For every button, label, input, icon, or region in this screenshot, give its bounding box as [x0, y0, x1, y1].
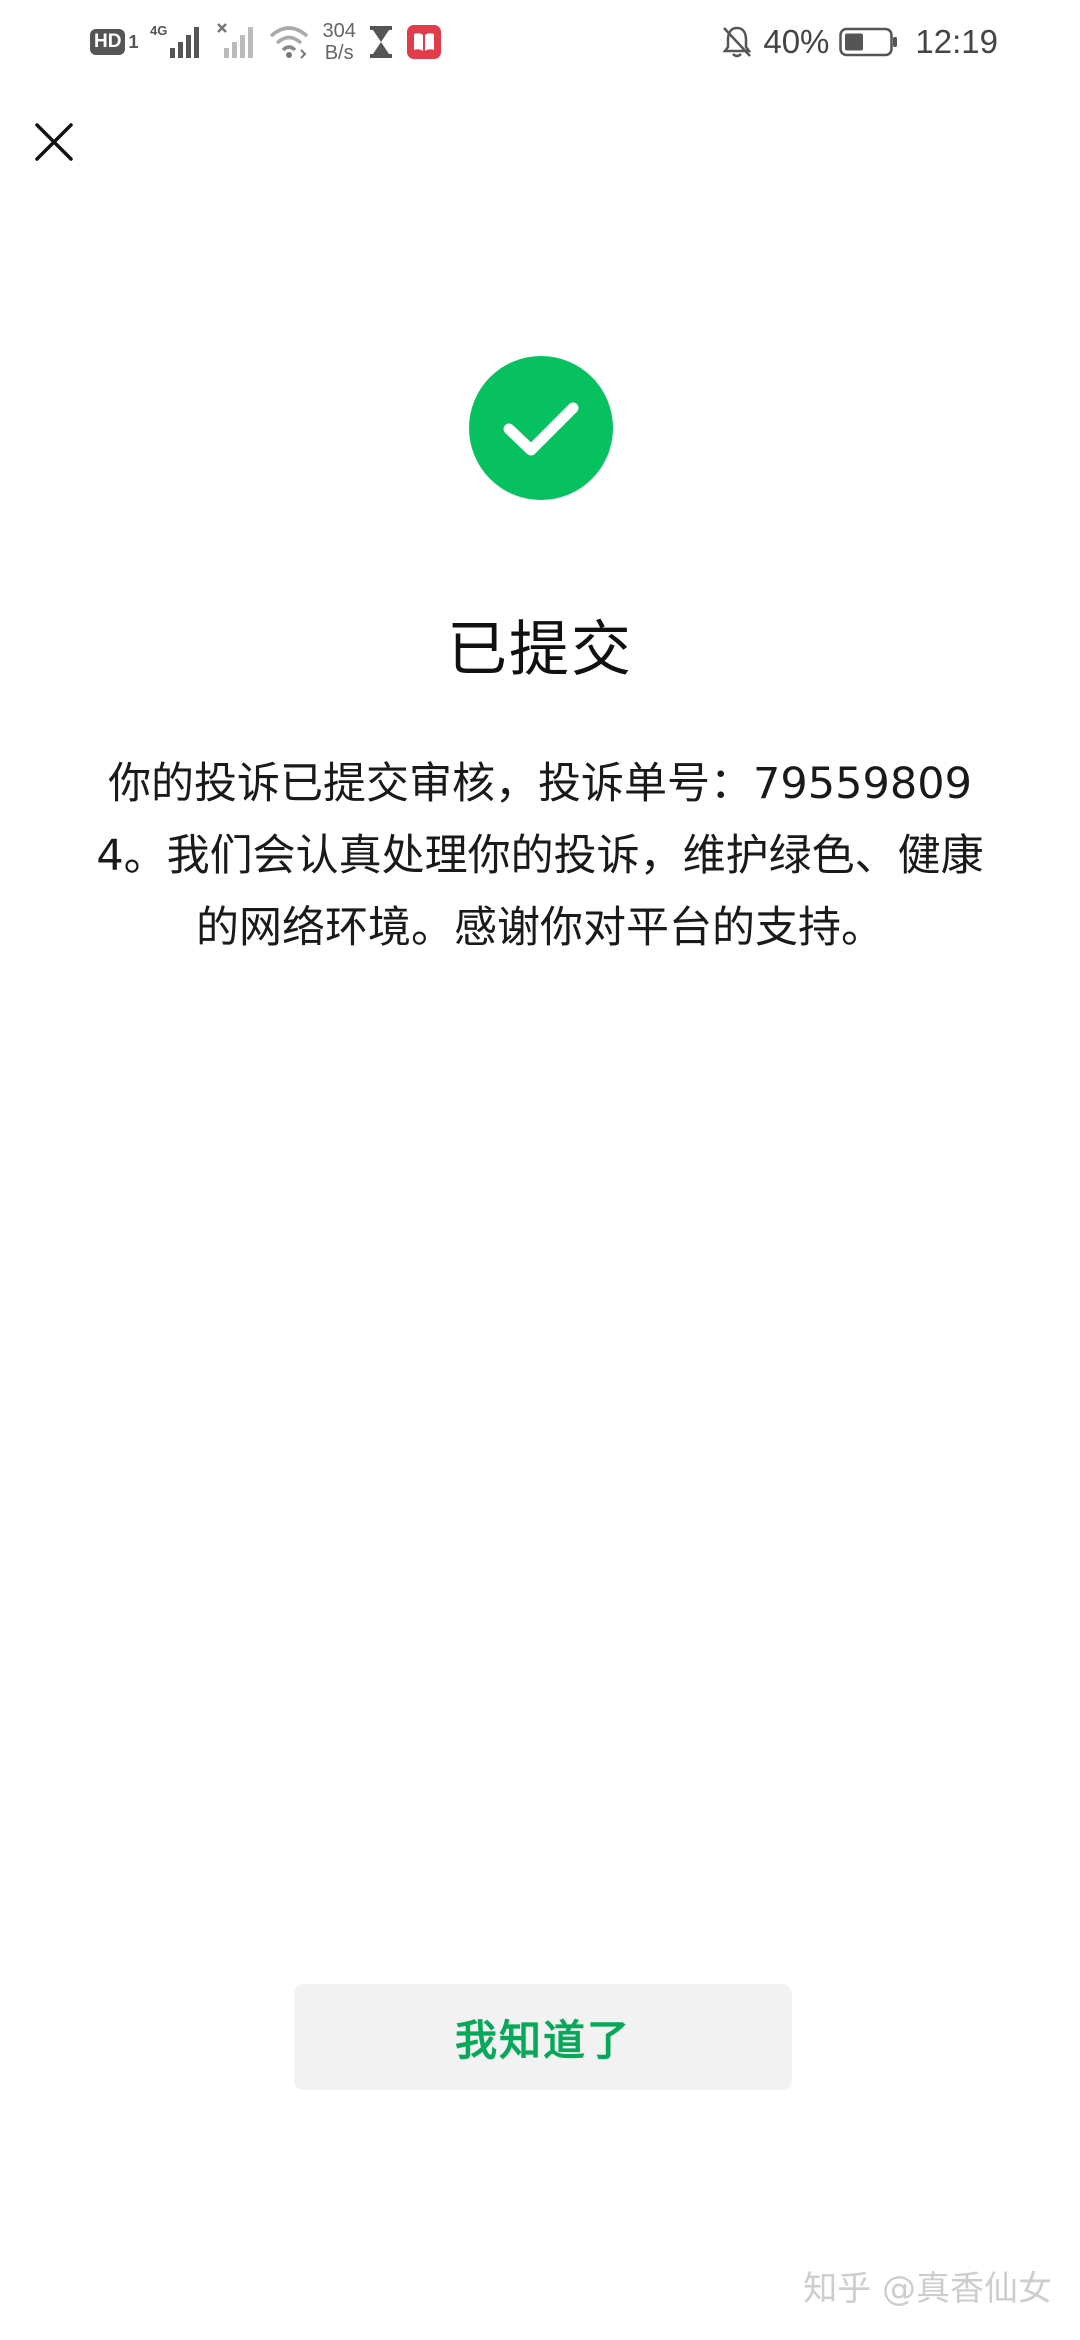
status-bar-right: 40% 12:19: [721, 18, 998, 66]
battery-icon: [839, 27, 899, 57]
hd-sub-label: 1: [128, 31, 139, 52]
hourglass-icon: [368, 25, 394, 59]
result-title: 已提交: [447, 615, 633, 685]
check-circle-icon: [469, 356, 613, 500]
result-message: 你的投诉已提交审核，投诉单号：795598094。我们会认真处理你的投诉，维护绿…: [96, 759, 984, 953]
bell-muted-icon: [721, 25, 753, 59]
net-speed-unit: B/s: [324, 42, 354, 64]
clock: 12:19: [915, 23, 998, 60]
hd-label: HD: [90, 29, 126, 55]
status-bar-left: HD 1 4G 304 B/s: [90, 18, 442, 66]
signal-no-service-icon: [216, 22, 256, 62]
confirm-button[interactable]: 我知道了: [294, 1984, 792, 2090]
net-speed: 304 B/s: [322, 20, 355, 64]
wifi-icon: [268, 24, 310, 60]
network-type-label: 4G: [150, 23, 167, 38]
hd-icon: HD 1: [90, 29, 138, 55]
status-bar: HD 1 4G 304 B/s 40% 12:19: [0, 0, 1080, 84]
battery-percent: 40%: [763, 23, 830, 60]
net-speed-value: 304: [322, 20, 356, 42]
check-circle-fill: [469, 356, 613, 500]
book-app-icon: [406, 24, 442, 60]
watermark-text: 知乎 @真香仙女: [803, 2269, 1052, 2309]
close-icon: [35, 123, 73, 161]
close-button[interactable]: [24, 112, 84, 172]
signal-4g-icon: 4G: [150, 22, 204, 62]
